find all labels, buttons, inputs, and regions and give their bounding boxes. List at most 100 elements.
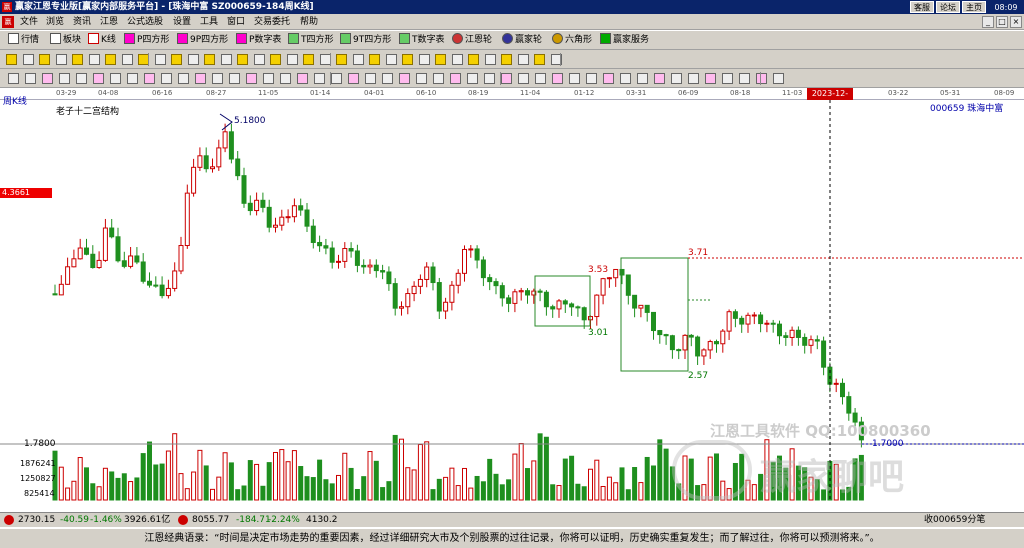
tool-icon[interactable] xyxy=(385,54,397,65)
toolbar-p-number[interactable]: P数字表 xyxy=(236,33,281,48)
toolbar-service[interactable]: 赢家服务 xyxy=(600,33,649,48)
tool-icon[interactable] xyxy=(399,73,410,84)
tool-icon[interactable] xyxy=(6,54,17,65)
menu-browse[interactable]: 浏览 xyxy=(46,16,64,28)
tool-icon[interactable] xyxy=(433,73,444,84)
tool-icon[interactable] xyxy=(654,73,665,84)
tool-icon[interactable] xyxy=(352,54,364,65)
tool-icon[interactable] xyxy=(331,73,342,84)
tool-icon[interactable] xyxy=(93,73,104,84)
tool-icon[interactable] xyxy=(121,54,133,65)
tool-icon[interactable] xyxy=(586,73,597,84)
tool-icon[interactable] xyxy=(187,54,199,65)
tool-icon[interactable] xyxy=(286,54,298,65)
tool-icon[interactable] xyxy=(484,73,495,84)
tool-icon[interactable] xyxy=(22,54,34,65)
tool-icon[interactable] xyxy=(418,54,430,65)
tool-icon[interactable] xyxy=(319,54,331,65)
home-button[interactable]: 主页 xyxy=(962,1,986,13)
tool-icon[interactable] xyxy=(435,54,446,65)
toolbar-p-square[interactable]: P四方形 xyxy=(124,33,169,48)
tool-icon[interactable] xyxy=(722,73,733,84)
tool-icon[interactable] xyxy=(517,54,529,65)
tool-icon[interactable] xyxy=(253,54,265,65)
tool-icon[interactable] xyxy=(365,73,376,84)
menu-info[interactable]: 资讯 xyxy=(73,16,91,28)
tool-icon[interactable] xyxy=(263,73,274,84)
tool-icon[interactable] xyxy=(603,73,614,84)
tool-icon[interactable] xyxy=(314,73,325,84)
tool-icon[interactable] xyxy=(204,54,215,65)
menu-help[interactable]: 帮助 xyxy=(300,16,318,28)
menu-gann[interactable]: 江恩 xyxy=(100,16,118,28)
tool-icon[interactable] xyxy=(518,73,529,84)
menu-trade[interactable]: 交易委托 xyxy=(254,16,290,28)
tool-icon[interactable] xyxy=(688,73,699,84)
tool-icon[interactable] xyxy=(39,54,50,65)
tool-icon[interactable] xyxy=(348,73,359,84)
tool-icon[interactable] xyxy=(297,73,308,84)
tool-icon[interactable] xyxy=(739,73,750,84)
tool-icon[interactable] xyxy=(756,73,767,84)
minimize-button[interactable]: _ xyxy=(982,16,994,28)
tool-icon[interactable] xyxy=(55,54,67,65)
tool-icon[interactable] xyxy=(270,54,281,65)
tool-icon[interactable] xyxy=(246,73,257,84)
toolbar-sector[interactable]: 板块 xyxy=(50,33,81,48)
toolbar-gann-wheel[interactable]: 江恩轮 xyxy=(452,33,492,48)
tool-icon[interactable] xyxy=(569,73,580,84)
tool-icon[interactable] xyxy=(178,73,189,84)
tool-icon[interactable] xyxy=(161,73,172,84)
toolbar-t-number[interactable]: T数字表 xyxy=(399,33,445,48)
tool-icon[interactable] xyxy=(402,54,413,65)
tool-icon[interactable] xyxy=(501,54,512,65)
tool-icon[interactable] xyxy=(468,54,479,65)
toolbar-t-square[interactable]: T四方形 xyxy=(288,33,334,48)
toolbar-9p-square[interactable]: 9P四方形 xyxy=(177,33,228,48)
tool-icon[interactable] xyxy=(237,54,248,65)
toolbar-9t-square[interactable]: 9T四方形 xyxy=(340,33,391,48)
tool-icon[interactable] xyxy=(110,73,121,84)
tool-icon[interactable] xyxy=(620,73,631,84)
toolbar-quote[interactable]: 行情 xyxy=(8,33,39,48)
tool-icon[interactable] xyxy=(220,54,232,65)
tool-icon[interactable] xyxy=(105,54,116,65)
restore-button[interactable]: □ xyxy=(996,16,1008,28)
tool-icon[interactable] xyxy=(450,73,461,84)
tool-icon[interactable] xyxy=(280,73,291,84)
tool-icon[interactable] xyxy=(534,54,545,65)
tool-icon[interactable] xyxy=(8,73,19,84)
tool-icon[interactable] xyxy=(229,73,240,84)
tool-icon[interactable] xyxy=(773,73,784,84)
tool-icon[interactable] xyxy=(467,73,478,84)
tool-icon[interactable] xyxy=(88,54,100,65)
tool-icon[interactable] xyxy=(72,54,83,65)
tool-icon[interactable] xyxy=(303,54,314,65)
toolbar-kline[interactable]: K线 xyxy=(88,33,116,48)
toolbar-winner-wheel[interactable]: 赢家轮 xyxy=(502,33,542,48)
toolbar-hexagon[interactable]: 六角形 xyxy=(552,33,592,48)
service-button[interactable]: 客服 xyxy=(910,1,934,13)
menu-tools[interactable]: 工具 xyxy=(200,16,218,28)
menu-settings[interactable]: 设置 xyxy=(173,16,191,28)
tool-icon[interactable] xyxy=(637,73,648,84)
tool-icon[interactable] xyxy=(501,73,512,84)
menu-window[interactable]: 窗口 xyxy=(227,16,245,28)
tool-icon[interactable] xyxy=(76,73,87,84)
tool-icon[interactable] xyxy=(25,73,36,84)
tool-icon[interactable] xyxy=(382,73,393,84)
tool-icon[interactable] xyxy=(144,73,155,84)
tool-icon[interactable] xyxy=(369,54,380,65)
tool-icon[interactable] xyxy=(705,73,716,84)
tick-link[interactable]: 收000659分笔 xyxy=(924,513,985,527)
tool-icon[interactable] xyxy=(552,73,563,84)
tool-icon[interactable] xyxy=(451,54,463,65)
tool-icon[interactable] xyxy=(154,54,166,65)
tool-icon[interactable] xyxy=(535,73,546,84)
tool-icon[interactable] xyxy=(195,73,206,84)
tool-icon[interactable] xyxy=(42,73,53,84)
tool-icon[interactable] xyxy=(671,73,682,84)
menu-file[interactable]: 文件 xyxy=(20,16,38,28)
tool-icon[interactable] xyxy=(416,73,427,84)
tool-icon[interactable] xyxy=(212,73,223,84)
